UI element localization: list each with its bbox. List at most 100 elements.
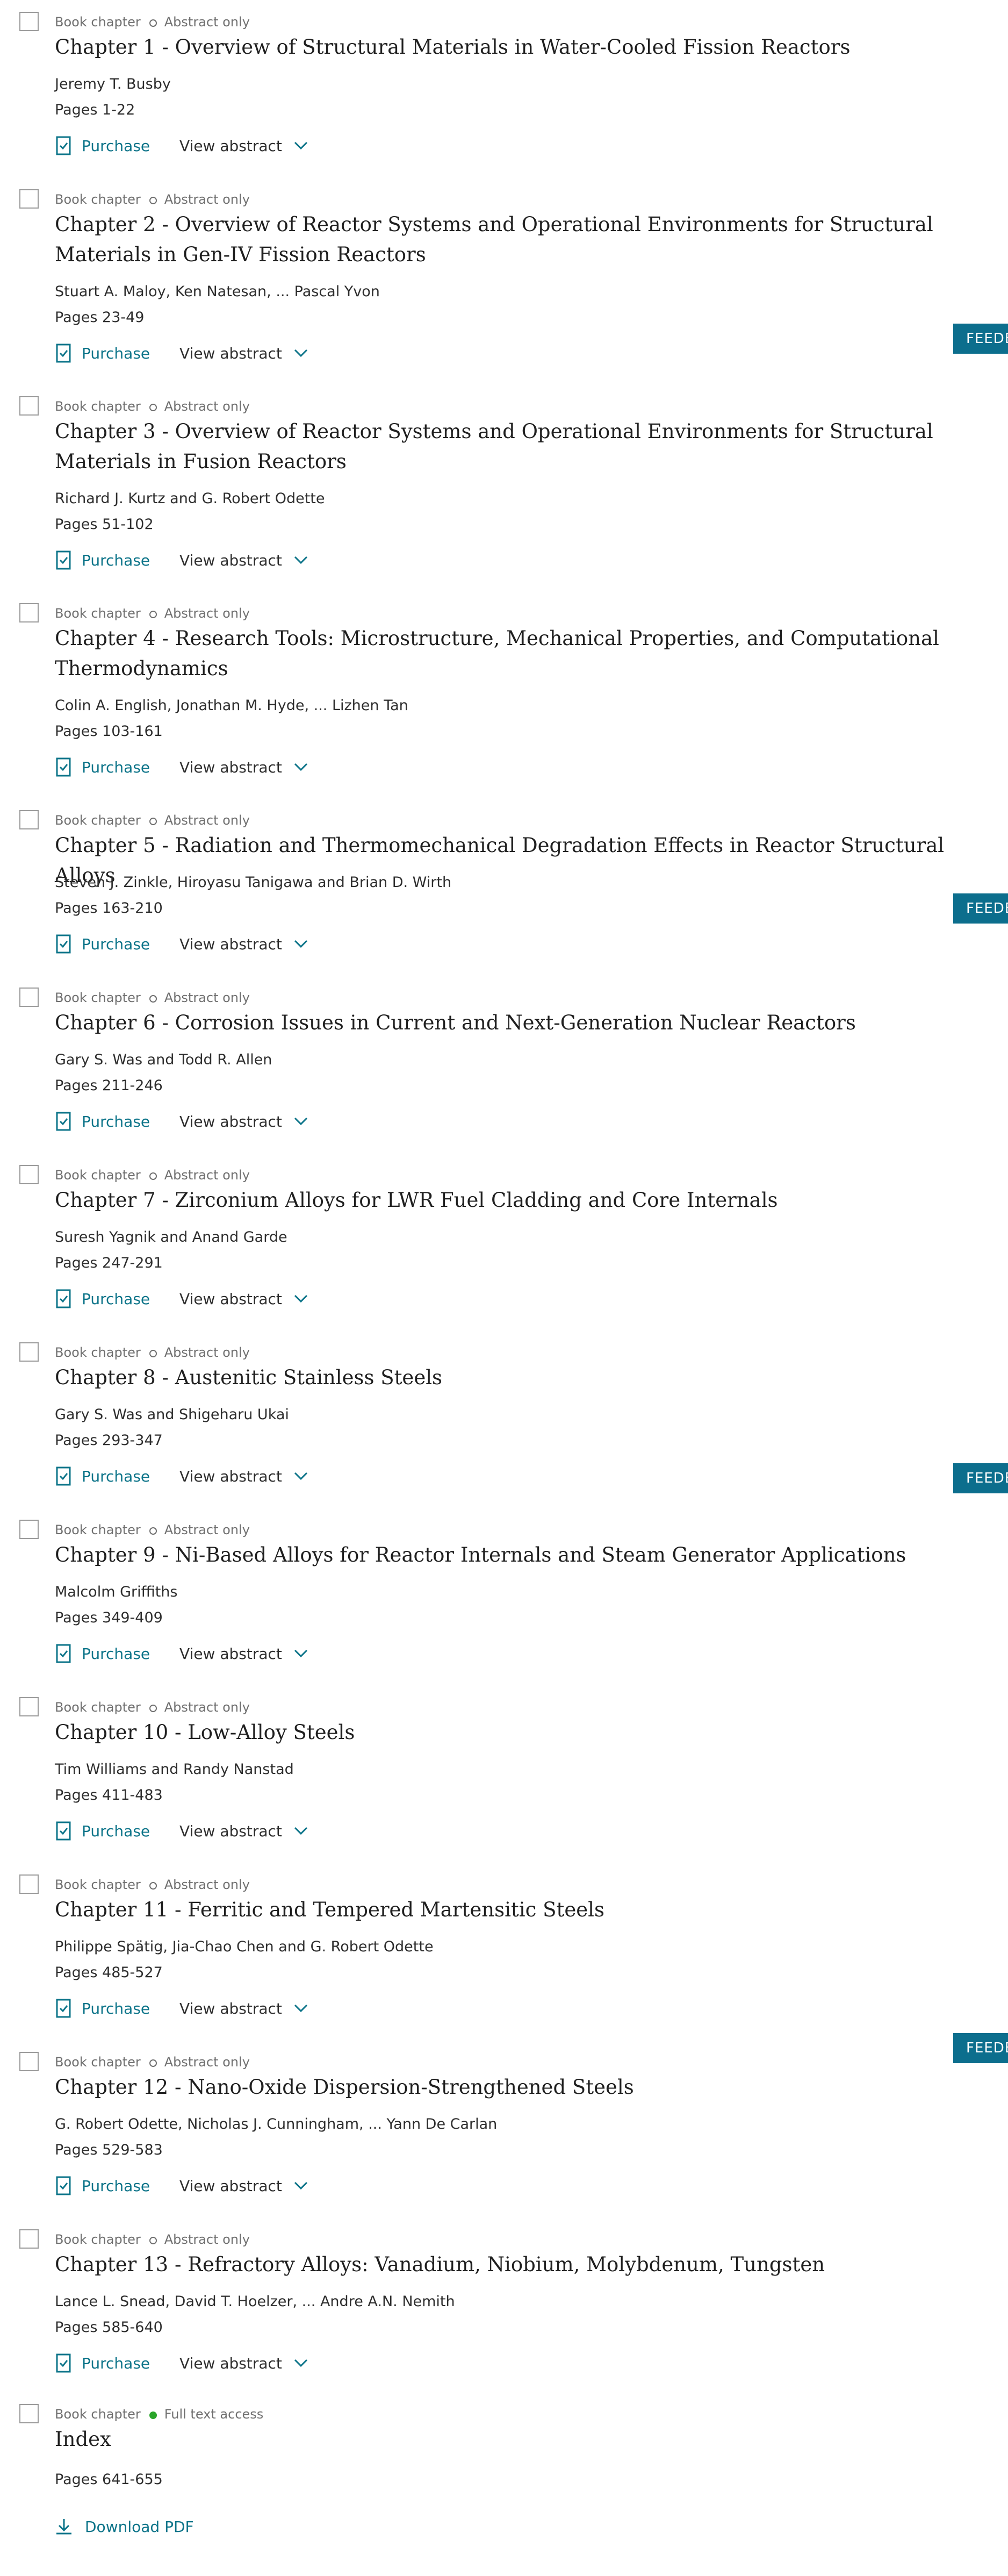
purchase-button[interactable]: Purchase <box>55 1465 150 1487</box>
index-pages: Pages 641-655 <box>55 2471 163 2488</box>
chapter-pages: Pages 211-246 <box>55 1077 163 1094</box>
view-abstract-button[interactable]: View abstract <box>179 1111 308 1132</box>
content-type: Book chapter <box>55 990 141 1005</box>
chevron-down-icon <box>294 556 307 564</box>
chapter-title[interactable]: Chapter 13 - Refractory Alloys: Vanadium… <box>55 2250 990 2280</box>
index-item: Book chapter Full text access Index Pages… <box>0 2392 1008 2576</box>
purchase-button[interactable]: Purchase <box>55 933 150 955</box>
purchase-button[interactable]: Purchase <box>55 1998 150 2019</box>
purchase-label: Purchase <box>82 1822 150 1840</box>
chapter-pages: Pages 485-527 <box>55 1964 163 1981</box>
select-checkbox[interactable] <box>19 1697 39 1716</box>
view-abstract-button[interactable]: View abstract <box>179 342 308 364</box>
access-dot-icon <box>149 2059 157 2067</box>
chapter-title[interactable]: Chapter 3 - Overview of Reactor Systems … <box>55 417 990 477</box>
select-checkbox[interactable] <box>19 2052 39 2071</box>
access-label: Abstract only <box>164 1168 250 1183</box>
view-abstract-button[interactable]: View abstract <box>179 135 308 156</box>
chapter-title[interactable]: Chapter 7 - Zirconium Alloys for LWR Fue… <box>55 1185 990 1215</box>
select-checkbox[interactable] <box>19 1165 39 1184</box>
select-checkbox[interactable] <box>19 603 39 622</box>
feedback-tab[interactable]: FEEDBACK <box>953 1463 1008 1493</box>
chapter-title[interactable]: Chapter 4 - Research Tools: Microstructu… <box>55 624 990 684</box>
chapter-authors: Suresh Yagnik and Anand Garde <box>55 1229 287 1246</box>
select-checkbox[interactable] <box>19 810 39 829</box>
select-checkbox[interactable] <box>19 988 39 1007</box>
purchase-label: Purchase <box>82 1644 150 1663</box>
view-abstract-button[interactable]: View abstract <box>179 1643 308 1664</box>
purchase-button[interactable]: Purchase <box>55 2352 150 2374</box>
purchase-button[interactable]: Purchase <box>55 135 150 156</box>
access-label: Abstract only <box>164 192 250 207</box>
download-pdf-button[interactable]: Download PDF <box>55 2516 194 2537</box>
chapter-title[interactable]: Chapter 8 - Austenitic Stainless Steels <box>55 1363 990 1393</box>
index-title[interactable]: Index <box>55 2424 990 2455</box>
purchase-button[interactable]: Purchase <box>55 342 150 364</box>
access-label: Abstract only <box>164 15 250 30</box>
access-label: Full text access <box>164 2407 264 2422</box>
chapter-item: Book chapter Abstract only Chapter 13 - R… <box>0 2217 1008 2395</box>
view-abstract-label: View abstract <box>179 1999 282 2017</box>
chevron-down-icon <box>294 763 307 771</box>
select-checkbox[interactable] <box>19 2229 39 2249</box>
purchase-label: Purchase <box>82 1467 150 1485</box>
view-abstract-button[interactable]: View abstract <box>179 1820 308 1842</box>
view-abstract-button[interactable]: View abstract <box>179 1998 308 2019</box>
access-dot-icon <box>149 197 157 204</box>
chapter-title[interactable]: Chapter 9 - Ni-Based Alloys for Reactor … <box>55 1540 990 1570</box>
chapter-actions: Purchase View abstract <box>55 342 538 364</box>
content-type: Book chapter <box>55 2407 141 2422</box>
select-checkbox[interactable] <box>19 1874 39 1894</box>
purchase-button[interactable]: Purchase <box>55 549 150 571</box>
chapter-meta: Book chapter Abstract only <box>55 606 250 620</box>
chapter-item: Book chapter Abstract only Chapter 3 - Ov… <box>0 384 1008 570</box>
chapter-actions: Purchase View abstract <box>55 1111 538 1132</box>
view-abstract-button[interactable]: View abstract <box>179 2175 308 2196</box>
feedback-tab[interactable]: FEEDBACK <box>953 324 1008 354</box>
feedback-tab[interactable]: FEEDBACK <box>953 893 1008 924</box>
select-checkbox[interactable] <box>19 12 39 31</box>
view-abstract-button[interactable]: View abstract <box>179 1288 308 1310</box>
purchase-button[interactable]: Purchase <box>55 1643 150 1664</box>
view-abstract-button[interactable]: View abstract <box>179 756 308 778</box>
purchase-button[interactable]: Purchase <box>55 756 150 778</box>
chapter-authors: Tim Williams and Randy Nanstad <box>55 1761 294 1778</box>
select-checkbox[interactable] <box>19 2404 39 2423</box>
chapter-title[interactable]: Chapter 1 - Overview of Structural Mater… <box>55 32 990 62</box>
chevron-down-icon <box>294 349 307 357</box>
chapter-item: Book chapter Abstract only Chapter 6 - Co… <box>0 976 1008 1153</box>
chapter-meta: Book chapter Abstract only <box>55 1878 250 1892</box>
chapter-title[interactable]: Chapter 10 - Low-Alloy Steels <box>55 1718 990 1748</box>
chapter-item: Book chapter Abstract only Chapter 2 - Ov… <box>0 177 1008 363</box>
chapter-meta: Book chapter Abstract only <box>55 1700 250 1714</box>
purchase-button[interactable]: Purchase <box>55 1111 150 1132</box>
chapter-item: Book chapter Abstract only Chapter 5 - Ra… <box>0 798 1008 976</box>
chevron-down-icon <box>294 940 307 948</box>
feedback-tab[interactable]: FEEDBACK <box>953 2033 1008 2063</box>
select-checkbox[interactable] <box>19 1342 39 1362</box>
view-abstract-button[interactable]: View abstract <box>179 2352 308 2374</box>
view-abstract-button[interactable]: View abstract <box>179 1465 308 1487</box>
chapter-title[interactable]: Chapter 6 - Corrosion Issues in Current … <box>55 1008 990 1038</box>
view-abstract-button[interactable]: View abstract <box>179 549 308 571</box>
chapter-item: Book chapter Abstract only Chapter 8 - Au… <box>0 1330 1008 1508</box>
view-abstract-label: View abstract <box>179 137 282 155</box>
select-checkbox[interactable] <box>19 396 39 416</box>
purchase-icon <box>56 757 71 777</box>
view-abstract-button[interactable]: View abstract <box>179 933 308 955</box>
select-checkbox[interactable] <box>19 1520 39 1539</box>
purchase-button[interactable]: Purchase <box>55 2175 150 2196</box>
select-checkbox[interactable] <box>19 189 39 209</box>
purchase-button[interactable]: Purchase <box>55 1288 150 1310</box>
chapter-title[interactable]: Chapter 11 - Ferritic and Tempered Marte… <box>55 1895 990 1925</box>
chapter-pages: Pages 349-409 <box>55 1609 163 1626</box>
chapter-authors: Philippe Spätig, Jia-Chao Chen and G. Ro… <box>55 1938 434 1955</box>
chapter-title[interactable]: Chapter 2 - Overview of Reactor Systems … <box>55 210 990 270</box>
chevron-down-icon <box>294 1472 307 1480</box>
access-dot-icon <box>149 995 157 1003</box>
index-meta: Book chapter Full text access <box>55 2407 263 2421</box>
chapter-title[interactable]: Chapter 12 - Nano-Oxide Dispersion-Stren… <box>55 2072 990 2102</box>
download-pdf-label: Download PDF <box>85 2517 194 2536</box>
chapter-pages: Pages 23-49 <box>55 309 145 326</box>
purchase-button[interactable]: Purchase <box>55 1820 150 1842</box>
